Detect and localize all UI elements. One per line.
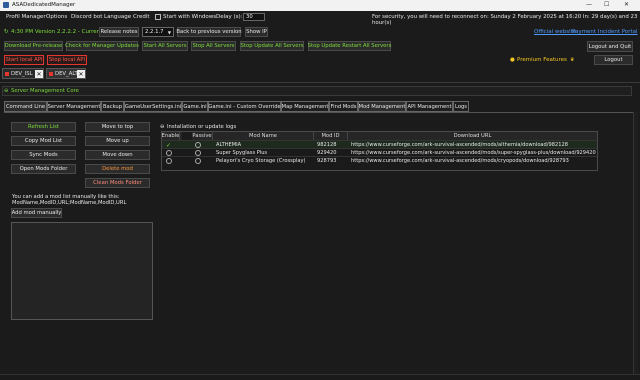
passive-checkbox[interactable] [195, 158, 201, 164]
menu-profil-manager[interactable]: Profil Manager [6, 14, 46, 20]
move-up-button[interactable]: Move up [85, 136, 150, 146]
start-all-servers-button[interactable]: Start All Servers [142, 41, 188, 51]
menu-discord-bot[interactable]: Discord bot [71, 14, 102, 20]
stop-all-servers-button[interactable]: Stop All Servers [191, 41, 236, 51]
delay-label: Delay (s): [216, 14, 243, 20]
app-icon [3, 2, 9, 8]
minimize-icon[interactable]: — [586, 1, 592, 8]
tab-server-management[interactable]: Server Management [47, 101, 101, 112]
column-header-mod-id[interactable]: Mod ID [314, 132, 348, 140]
menu-options[interactable]: Options [46, 14, 67, 20]
status-strip [0, 374, 640, 380]
table-row[interactable]: Pelayori's Cryo Storage (Crossplay) 9287… [162, 156, 597, 164]
back-previous-version-button[interactable]: Back to previous version [176, 27, 242, 37]
mod-url-cell: https://www.curseforge.com/ark-survival-… [351, 158, 569, 164]
check-updates-button[interactable]: Check for Manager Updates [65, 41, 139, 51]
window-title: ASADedicatedManager [12, 2, 76, 8]
close-window-icon[interactable]: ✕ [624, 1, 629, 8]
menu-bar: Profil Manager Options Discord bot Langu… [0, 11, 640, 26]
premium-star-icon: ● [510, 57, 515, 63]
tab-logs[interactable]: Logs [453, 101, 469, 112]
tab-divider [4, 112, 634, 113]
tab-game-ini-override[interactable]: Game.ini - Custom Override [208, 101, 281, 112]
copy-mod-list-button[interactable]: Copy Mod List [11, 136, 76, 146]
manual-mod-textarea[interactable] [11, 222, 153, 320]
tab-game-ini[interactable]: Game.ini [182, 101, 208, 112]
table-row[interactable]: Super Spyglass Plus 929420 https://www.c… [162, 148, 597, 156]
version-select-value: 2.2.1.7 [145, 29, 164, 35]
security-notice: For security, you will need to reconnect… [372, 14, 638, 26]
stop-update-restart-all-button[interactable]: Stop Update Restart All Servers [308, 41, 391, 51]
column-header-enable[interactable]: Enable [162, 132, 180, 140]
mod-name-cell: Pelayori's Cryo Storage (Crossplay) [216, 158, 306, 164]
server-tab-label: DEV_ISL [11, 70, 33, 77]
server-tab-label: DEV_ALT [55, 70, 78, 77]
release-notes-button[interactable]: Release notes [99, 27, 139, 37]
tab-mod-management[interactable]: Mod Management [358, 101, 406, 112]
column-header-download-url[interactable]: Download URL [348, 132, 597, 140]
start-with-windows-checkbox[interactable] [155, 14, 161, 20]
delay-input[interactable]: 30 [243, 13, 265, 21]
official-website-link[interactable]: Official website [534, 29, 576, 35]
server-status-indicator [49, 71, 53, 76]
sync-mods-button[interactable]: Sync Mods [11, 150, 76, 160]
version-select[interactable]: 2.2.1.7 ▼ [142, 27, 174, 37]
chevron-down-icon: ▼ [167, 29, 171, 35]
move-down-button[interactable]: Move down [85, 150, 150, 160]
logout-quit-button[interactable]: Logout and Quit [587, 41, 633, 52]
installation-logs-label: Installation or update logs [167, 124, 237, 130]
tab-command-line[interactable]: Command Line [4, 101, 47, 112]
version-status: 4:30 PM Version 2.2.2.2 - Current [11, 29, 103, 35]
server-status-indicator [5, 71, 9, 76]
refresh-icon[interactable]: ↻ [4, 29, 9, 35]
mod-id-cell: 928793 [317, 158, 337, 164]
column-header-passive[interactable]: Passive [192, 132, 213, 140]
column-header-mod-name[interactable]: Mod Name [213, 132, 314, 140]
refresh-list-button[interactable]: Refresh List [11, 122, 76, 132]
stop-local-api-button[interactable]: Stop local API [47, 55, 87, 65]
show-ip-button[interactable]: Show IP [245, 27, 268, 37]
tab-map-management[interactable]: Map Management [281, 101, 329, 112]
start-local-api-button[interactable]: Start local API [4, 55, 44, 65]
menu-credit[interactable]: Credit [133, 14, 150, 20]
manual-hint-line2: ModName,ModID,URL;ModName,ModID,URL [12, 200, 127, 206]
payment-portal-link[interactable]: Payment Incident Portal [572, 29, 638, 35]
move-to-top-button[interactable]: Move to top [85, 122, 150, 132]
core-title: Server Management Core [11, 88, 79, 94]
window-titlebar: ASADedicatedManager — ☐ ✕ [0, 0, 640, 11]
premium-features-link[interactable]: Premium Features [517, 57, 567, 63]
crown-icon: ♛ [570, 57, 575, 63]
start-with-windows-label: Start with Windows [163, 14, 217, 20]
close-tab-icon[interactable]: ✕ [77, 70, 85, 78]
server-management-core-panel [2, 86, 632, 96]
add-mod-manually-button[interactable]: Add mod manually [11, 208, 62, 218]
expand-logs-icon[interactable]: ⊖ [160, 124, 164, 130]
maximize-icon[interactable]: ☐ [604, 1, 609, 8]
enable-checkbox[interactable] [166, 158, 172, 164]
header-spacer [180, 132, 182, 140]
logout-button[interactable]: Logout [594, 55, 633, 65]
tab-api-management[interactable]: API Management [406, 101, 453, 112]
tab-backup[interactable]: Backup [101, 101, 124, 112]
stop-update-all-button[interactable]: Stop Update All Servers [240, 41, 304, 51]
mod-list-grid: Enable Passive Mod Name Mod ID Download … [161, 131, 598, 171]
tab-gameusersettings[interactable]: GameUserSettings.ini [124, 101, 182, 112]
divider [0, 82, 640, 83]
tab-find-mods[interactable]: Find Mods [329, 101, 358, 112]
close-tab-icon[interactable]: ✕ [35, 70, 43, 78]
download-prerelease-button[interactable]: Download Pre-release [4, 41, 63, 51]
vertical-scrollbar[interactable] [633, 112, 638, 378]
table-row[interactable]: ✓ ALTHEMIA 982128 https://www.curseforge… [162, 140, 597, 149]
clean-mods-folder-button[interactable]: Clean Mods Folder [85, 178, 150, 188]
menu-language[interactable]: Language [104, 14, 131, 20]
delete-mod-button[interactable]: Delete mod [85, 164, 150, 174]
collapse-icon[interactable]: ⊖ [4, 88, 8, 94]
open-mods-folder-button[interactable]: Open Mods Folder [11, 164, 76, 174]
